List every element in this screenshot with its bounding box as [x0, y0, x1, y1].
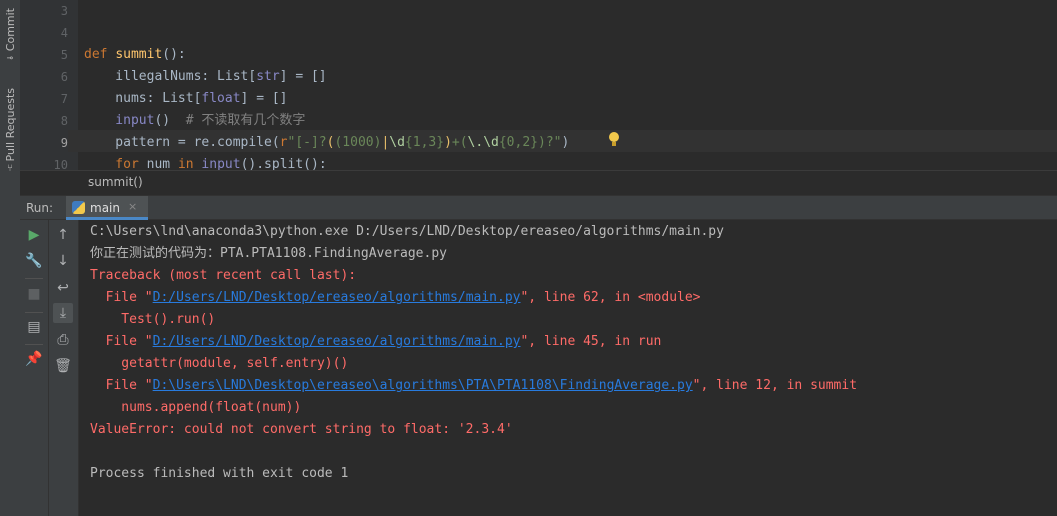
traceback-code: getattr(module, self.entry)(): [90, 356, 349, 371]
traceback-text: File ": [90, 378, 153, 393]
line-number: 10: [53, 158, 68, 170]
run-tab-label: main: [90, 201, 120, 215]
python-icon: [72, 201, 85, 214]
run-label: Run:: [26, 201, 54, 215]
commit-tab-label: Commit: [3, 8, 17, 52]
code-token: input: [201, 157, 241, 170]
code-token: ] = []: [279, 69, 327, 84]
lightbulb-icon[interactable]: [609, 132, 619, 146]
file-link[interactable]: D:\Users\LND\Desktop\ereaseo\algorithms\…: [153, 378, 693, 393]
toolbar-divider: [25, 278, 43, 279]
code-token: pattern = re.compile(: [84, 135, 280, 150]
run-panel-header: Run: main ×: [20, 195, 1057, 220]
file-link[interactable]: D:/Users/LND/Desktop/ereaseo/algorithms/…: [153, 290, 521, 305]
code-token: def: [84, 47, 116, 62]
code-token: )?": [538, 135, 562, 150]
pull-requests-tab[interactable]: ⑂ Pull Requests: [1, 88, 19, 174]
run-tab-main[interactable]: main ×: [66, 196, 148, 220]
wrench-icon[interactable]: 🔧: [24, 251, 44, 271]
code-token: in: [177, 157, 202, 170]
traceback-frame: File "D:/Users/LND/Desktop/ereaseo/algor…: [90, 287, 701, 309]
rerun-icon[interactable]: ▶: [24, 225, 44, 245]
pull-requests-tab-label: Pull Requests: [3, 88, 17, 162]
code-token: ): [444, 135, 452, 150]
up-arrow-icon[interactable]: ↑: [53, 225, 73, 245]
code-token: ] = []: [240, 91, 288, 106]
code-line-6: illegalNums: List[str] = []: [84, 66, 327, 88]
code-token: +(: [451, 135, 468, 150]
line-number: 8: [60, 114, 68, 128]
line-number: 5: [60, 48, 68, 62]
code-token: {1,3}: [404, 135, 445, 150]
code-token: ): [561, 135, 570, 150]
traceback-header: Traceback (most recent call last):: [90, 268, 357, 283]
breadcrumb: summit(): [20, 170, 1057, 195]
code-token: \d: [389, 135, 405, 150]
code-token: illegalNums: List[: [84, 69, 257, 84]
console-command-line: C:\Users\lnd\anaconda3\python.exe D:/Use…: [90, 224, 724, 239]
code-token: ().split():: [240, 157, 327, 170]
code-token: input: [84, 113, 155, 128]
commit-tab[interactable]: ⊸ Commit: [1, 8, 19, 64]
left-tool-strip: ⊸ Commit ⑂ Pull Requests: [0, 0, 21, 516]
console-output[interactable]: C:\Users\lnd\anaconda3\python.exe D:/Use…: [79, 220, 1057, 516]
code-comment: # 不读取有几个数字: [185, 113, 306, 128]
line-number: 7: [60, 92, 68, 106]
code-token: "[-]?: [287, 135, 327, 150]
line-number: 6: [60, 70, 68, 84]
line-number: 4: [60, 26, 68, 40]
pull-requests-icon: ⑂: [7, 163, 13, 175]
code-line-10: for num in input().split():: [84, 154, 327, 170]
code-token: \d: [483, 135, 499, 150]
console-info-line: 你正在测试的代码为：PTA.PTA1108.FindingAverage.py: [90, 246, 447, 261]
code-token: ():: [162, 47, 186, 62]
traceback-text: ", line 12, in summit: [692, 378, 858, 393]
traceback-frame: File "D:\Users\LND\Desktop\ereaseo\algor…: [90, 375, 857, 397]
code-token: float: [201, 91, 241, 106]
print-icon[interactable]: ⎙: [53, 330, 73, 350]
code-line-7: nums: List[float] = []: [84, 88, 288, 110]
code-token: r: [279, 135, 288, 150]
line-number: 3: [60, 4, 68, 18]
code-editor[interactable]: 3 4 5 6 7 8 9 10 def summit(): illegalNu…: [20, 0, 1057, 170]
code-line-8: input() # 不读取有几个数字: [84, 110, 305, 132]
code-token: \.: [467, 135, 484, 150]
code-token: for: [84, 157, 147, 170]
toolbar-divider: [25, 344, 43, 345]
file-link[interactable]: D:/Users/LND/Desktop/ereaseo/algorithms/…: [153, 334, 521, 349]
traceback-text: File ": [90, 290, 153, 305]
traceback-text: ", line 45, in run: [520, 334, 662, 349]
code-line-5: def summit():: [84, 44, 186, 66]
code-token: str: [256, 69, 280, 84]
run-toolbar-secondary: ↑ ↓ ↩ ⤓ ⎙ 🗑: [49, 220, 79, 516]
code-token: num: [146, 157, 178, 170]
code-token: (1000): [334, 135, 382, 150]
exit-status: Process finished with exit code 1: [90, 466, 349, 481]
traceback-frame: File "D:/Users/LND/Desktop/ereaseo/algor…: [90, 331, 662, 353]
toolbar-divider: [25, 312, 43, 313]
traceback-text: File ": [90, 334, 153, 349]
code-token: {0,2}: [498, 135, 538, 150]
code-token: nums: List[: [84, 91, 202, 106]
soft-wrap-icon[interactable]: ↩: [53, 278, 73, 298]
error-message: ValueError: could not convert string to …: [90, 422, 513, 437]
pin-icon[interactable]: 📌: [24, 349, 44, 369]
scroll-to-end-icon[interactable]: ⤓: [53, 303, 73, 323]
run-toolbar-primary: ▶ 🔧 ■ ▤ 📌: [20, 220, 49, 516]
traceback-code: nums.append(float(num)): [90, 400, 302, 415]
traceback-code: Test().run(): [90, 312, 216, 327]
stop-icon[interactable]: ■: [24, 284, 44, 304]
traceback-text: ", line 62, in <module>: [520, 290, 701, 305]
commit-icon: ⊸: [6, 53, 14, 65]
code-line-9: pattern = re.compile(r"[-]?((1000)|\d{1,…: [84, 132, 569, 154]
breadcrumb-item[interactable]: summit(): [88, 175, 143, 189]
down-arrow-icon[interactable]: ↓: [53, 251, 73, 271]
code-token: summit: [115, 47, 163, 62]
code-token: (): [154, 113, 186, 128]
line-number-current: 9: [60, 136, 68, 150]
trash-icon[interactable]: 🗑: [53, 356, 73, 376]
layout-icon[interactable]: ▤: [24, 317, 44, 337]
close-icon[interactable]: ×: [128, 200, 137, 213]
